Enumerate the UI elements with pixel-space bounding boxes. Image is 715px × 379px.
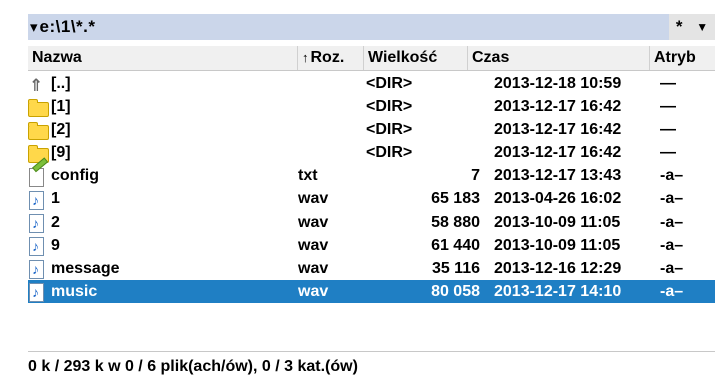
file-row-config[interactable]: config txt 7 2013-12-17 13:43 -a– <box>28 157 715 187</box>
file-time: 2013-12-17 14:10 <box>494 282 622 300</box>
text-file-icon <box>28 157 49 187</box>
file-size: <DIR> <box>366 121 413 139</box>
drive-dropdown-icon[interactable]: ▾ <box>30 18 38 36</box>
file-row-folder-2[interactable]: [2] <DIR> 2013-12-17 16:42 — <box>28 118 715 141</box>
file-attr: — <box>660 121 676 139</box>
file-row-parent[interactable]: ⇑ [..] <DIR> 2013-12-18 10:59 — <box>28 72 715 95</box>
file-name: 1 <box>51 190 60 208</box>
header-size[interactable]: Wielkość <box>364 46 468 70</box>
file-row-2-wav[interactable]: ♪ 2 wav 58 880 2013-10-09 11:05 -a– <box>28 211 715 234</box>
file-row-message[interactable]: ♪ message wav 35 116 2013-12-16 12:29 -a… <box>28 257 715 280</box>
file-name: 2 <box>51 213 60 231</box>
audio-file-icon: ♪ <box>28 282 48 303</box>
file-name-cell: ♪ 2 <box>28 211 60 234</box>
file-name: music <box>51 282 98 300</box>
file-name-cell: ♪ music <box>28 280 97 303</box>
file-row-folder-1[interactable]: [1] <DIR> 2013-12-17 16:42 — <box>28 95 715 118</box>
file-time: 2013-04-26 16:02 <box>494 190 622 208</box>
audio-file-icon: ♪ <box>28 259 48 280</box>
current-path: e:\1\*.* <box>39 17 96 36</box>
file-time: 2013-12-18 10:59 <box>494 75 622 92</box>
file-ext: wav <box>298 259 329 277</box>
history-dropdown-icon[interactable]: ▼ <box>696 20 708 34</box>
path-bar-controls: * ▼ <box>669 14 715 40</box>
file-size: <DIR> <box>366 98 413 116</box>
file-name-cell: [9] <box>28 141 71 164</box>
file-name-cell: [1] <box>28 95 71 118</box>
file-row-folder-9[interactable]: [9] <DIR> 2013-12-17 16:42 — <box>28 141 715 164</box>
status-divider <box>28 351 715 352</box>
file-name: message <box>51 259 120 277</box>
header-ext-label: Roz. <box>310 49 345 66</box>
file-name-cell: [2] <box>28 118 71 141</box>
file-name-cell: ♪ 1 <box>28 187 60 210</box>
folder-icon <box>28 98 49 117</box>
file-ext: wav <box>298 236 329 254</box>
file-attr: -a– <box>660 282 684 300</box>
file-ext: wav <box>298 213 329 231</box>
file-row-9-wav[interactable]: ♪ 9 wav 61 440 2013-10-09 11:05 -a– <box>28 234 715 257</box>
file-ext: wav <box>298 282 329 300</box>
filter-star-button[interactable]: * <box>676 17 683 37</box>
file-size: <DIR> <box>366 144 413 162</box>
file-name-cell: ♪ message <box>28 257 120 280</box>
file-name-cell: config <box>28 157 99 187</box>
column-header: Nazwa ↑ Roz. Wielkość Czas Atryb <box>28 46 715 71</box>
file-name-cell: ⇑ [..] <box>28 72 71 95</box>
file-size: <DIR> <box>366 75 413 92</box>
folder-icon <box>28 121 49 140</box>
file-time: 2013-12-17 16:42 <box>494 121 622 139</box>
file-attr: — <box>660 144 676 162</box>
audio-file-icon: ♪ <box>28 213 48 234</box>
file-name: config <box>51 167 99 185</box>
header-ext[interactable]: ↑ Roz. <box>298 46 364 70</box>
file-name: 9 <box>51 236 60 254</box>
file-time: 2013-10-09 11:05 <box>494 236 621 254</box>
up-dir-icon: ⇑ <box>29 75 44 95</box>
header-attr[interactable]: Atryb <box>650 46 715 70</box>
file-size: 80 058 <box>431 282 480 300</box>
path-bar[interactable]: ▾ e:\1\*.* * ▼ <box>28 14 715 40</box>
file-time: 2013-12-16 12:29 <box>494 259 622 277</box>
file-size: 7 <box>471 167 480 185</box>
file-size: 58 880 <box>431 213 480 231</box>
sort-up-icon: ↑ <box>302 50 309 65</box>
file-attr: — <box>660 75 676 92</box>
file-list: ⇑ [..] <DIR> 2013-12-18 10:59 — [1] <DIR… <box>28 72 715 303</box>
file-attr: -a– <box>660 259 684 277</box>
file-row-music[interactable]: ♪ music wav 80 058 2013-12-17 14:10 -a– <box>28 279 715 303</box>
file-time: 2013-10-09 11:05 <box>494 213 621 231</box>
file-size: 61 440 <box>431 236 480 254</box>
file-size: 65 183 <box>431 190 480 208</box>
file-row-1-wav[interactable]: ♪ 1 wav 65 183 2013-04-26 16:02 -a– <box>28 187 715 210</box>
file-name-cell: ♪ 9 <box>28 234 60 257</box>
file-time: 2013-12-17 16:42 <box>494 144 622 162</box>
file-name: [2] <box>51 121 71 139</box>
file-size: 35 116 <box>431 259 480 277</box>
file-name: [9] <box>51 144 71 162</box>
file-name: [..] <box>51 75 71 92</box>
file-attr: -a– <box>660 190 684 208</box>
audio-file-icon: ♪ <box>28 190 48 210</box>
status-bar: 0 k / 293 k w 0 / 6 plik(ach/ów), 0 / 3 … <box>28 358 358 375</box>
audio-file-icon: ♪ <box>28 236 48 257</box>
file-ext: wav <box>298 190 329 208</box>
header-name[interactable]: Nazwa <box>28 46 298 70</box>
file-name: [1] <box>51 98 71 116</box>
file-attr: -a– <box>660 236 684 254</box>
file-ext: txt <box>298 167 318 185</box>
file-attr: — <box>660 98 676 116</box>
file-time: 2013-12-17 13:43 <box>494 167 622 185</box>
file-attr: -a– <box>660 167 684 185</box>
file-attr: -a– <box>660 213 684 231</box>
header-time[interactable]: Czas <box>468 46 650 70</box>
file-time: 2013-12-17 16:42 <box>494 98 622 116</box>
